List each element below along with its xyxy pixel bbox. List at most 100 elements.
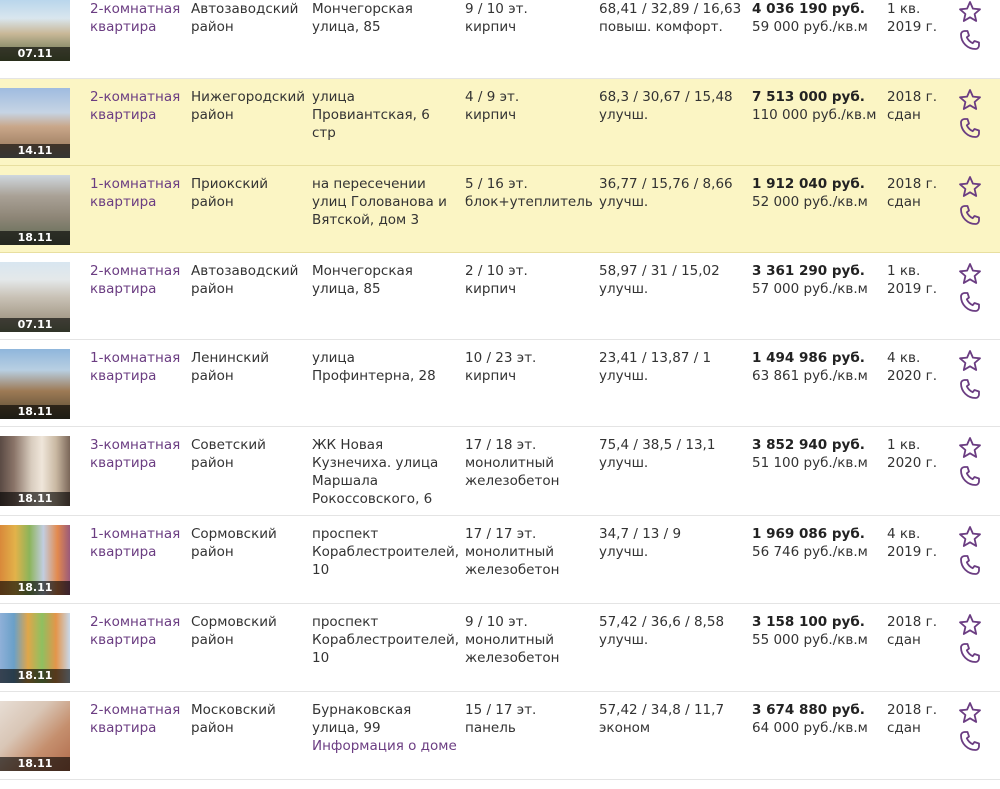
building-material: блок+утеплитель <box>465 194 593 210</box>
price-per-m2: 63 861 руб./кв.м <box>752 368 868 384</box>
price: 3 158 100 руб. <box>752 614 865 630</box>
apartment-type-link[interactable]: 2-комнатная квартира <box>90 262 185 298</box>
phone-icon[interactable] <box>958 28 982 52</box>
floor: 15 / 17 эт. <box>465 702 537 718</box>
star-icon[interactable] <box>958 525 982 549</box>
completion-date: 1 кв. 2020 г. <box>887 437 938 471</box>
star-icon[interactable] <box>958 262 982 286</box>
price-per-m2: 56 746 руб./кв.м <box>752 544 868 560</box>
photo-thumbnail[interactable]: 07.11 <box>0 0 70 61</box>
star-icon[interactable] <box>958 701 982 725</box>
address: Мончегорская улица, 85 <box>312 1 413 35</box>
district: Сормовский район <box>191 526 277 560</box>
floor: 9 / 10 эт. <box>465 614 528 630</box>
floor: 2 / 10 эт. <box>465 263 528 279</box>
listing-row: 18.11 3-комнатная квартира Советский рай… <box>0 427 1000 516</box>
address: ЖК Новая Кузнечиха. улица Маршала Рокосс… <box>312 437 439 507</box>
price: 3 674 880 руб. <box>752 702 865 718</box>
area: 75,4 / 38,5 / 13,1 <box>599 437 716 453</box>
photo-date-badge: 14.11 <box>0 144 70 158</box>
building-material: монолитный железобетон <box>465 455 560 489</box>
apartment-type-link[interactable]: 2-комнатная квартира <box>90 613 185 649</box>
photo-date-badge: 07.11 <box>0 318 70 332</box>
photo-thumbnail[interactable]: 18.11 <box>0 436 70 506</box>
listing-row: 18.11 2-комнатная квартира Сормовский ра… <box>0 604 1000 692</box>
phone-icon[interactable] <box>958 116 982 140</box>
completion-date: 2018 г. сдан <box>887 176 938 210</box>
area: 57,42 / 34,8 / 11,7 <box>599 702 725 718</box>
phone-icon[interactable] <box>958 464 982 488</box>
price: 7 513 000 руб. <box>752 89 865 105</box>
address: улица Профинтерна, 28 <box>312 350 436 384</box>
photo-thumbnail[interactable]: 18.11 <box>0 613 70 683</box>
address: проспект Кораблестроителей, 10 <box>312 526 460 578</box>
photo-thumbnail[interactable]: 18.11 <box>0 349 70 419</box>
star-icon[interactable] <box>958 0 982 24</box>
price: 3 361 290 руб. <box>752 263 865 279</box>
photo-thumbnail[interactable]: 14.11 <box>0 88 70 158</box>
listing-row: 18.11 1-комнатная квартира Приокский рай… <box>0 166 1000 253</box>
district: Советский район <box>191 437 266 471</box>
building-material: кирпич <box>465 19 517 35</box>
finish-class: улучш. <box>599 194 649 210</box>
area: 68,41 / 32,89 / 16,63 <box>599 1 742 17</box>
finish-class: улучш. <box>599 632 649 648</box>
photo-date-badge: 18.11 <box>0 405 70 419</box>
area: 34,7 / 13 / 9 <box>599 526 682 542</box>
star-icon[interactable] <box>958 613 982 637</box>
star-icon[interactable] <box>958 88 982 112</box>
completion-date: 1 кв. 2019 г. <box>887 1 938 35</box>
phone-icon[interactable] <box>958 641 982 665</box>
listing-row: 07.11 2-комнатная квартира Автозаводский… <box>0 253 1000 340</box>
listing-row: 07.11 2-комнатная квартира Автозаводский… <box>0 0 1000 79</box>
price-per-m2: 64 000 руб./кв.м <box>752 720 868 736</box>
price-per-m2: 57 000 руб./кв.м <box>752 281 868 297</box>
district: Нижегородский район <box>191 89 306 123</box>
apartment-type-link[interactable]: 1-комнатная квартира <box>90 349 185 385</box>
area: 68,3 / 30,67 / 15,48 <box>599 89 733 105</box>
apartment-type-link[interactable]: 3-комнатная квартира <box>90 436 185 472</box>
photo-date-badge: 18.11 <box>0 757 70 771</box>
apartment-type-link[interactable]: 1-комнатная квартира <box>90 525 185 561</box>
finish-class: улучш. <box>599 368 649 384</box>
phone-icon[interactable] <box>958 290 982 314</box>
star-icon[interactable] <box>958 175 982 199</box>
finish-class: улучш. <box>599 281 649 297</box>
floor: 4 / 9 эт. <box>465 89 520 105</box>
photo-thumbnail[interactable]: 18.11 <box>0 701 70 771</box>
apartment-type-link[interactable]: 2-комнатная квартира <box>90 0 185 36</box>
phone-icon[interactable] <box>958 203 982 227</box>
phone-icon[interactable] <box>958 377 982 401</box>
house-info-link[interactable]: Информация о доме <box>312 737 457 755</box>
building-material: монолитный железобетон <box>465 544 560 578</box>
finish-class: улучш. <box>599 544 649 560</box>
phone-icon[interactable] <box>958 729 982 753</box>
photo-thumbnail[interactable]: 18.11 <box>0 525 70 595</box>
building-material: кирпич <box>465 368 517 384</box>
price-per-m2: 51 100 руб./кв.м <box>752 455 868 471</box>
district: Ленинский район <box>191 350 270 384</box>
photo-thumbnail[interactable]: 07.11 <box>0 262 70 332</box>
apartment-type-link[interactable]: 2-комнатная квартира <box>90 88 185 124</box>
apartment-type-link[interactable]: 1-комнатная квартира <box>90 175 185 211</box>
photo-thumbnail[interactable]: 18.11 <box>0 175 70 245</box>
building-material: кирпич <box>465 107 517 123</box>
price-per-m2: 110 000 руб./кв.м <box>752 107 877 123</box>
building-material: кирпич <box>465 281 517 297</box>
completion-date: 1 кв. 2019 г. <box>887 263 938 297</box>
apartment-type-link[interactable]: 2-комнатная квартира <box>90 701 185 737</box>
completion-date: 2018 г. сдан <box>887 702 938 736</box>
star-icon[interactable] <box>958 349 982 373</box>
building-material: монолитный железобетон <box>465 632 560 666</box>
photo-date-badge: 07.11 <box>0 47 70 61</box>
area: 58,97 / 31 / 15,02 <box>599 263 720 279</box>
listing-row: 18.11 1-комнатная квартира Ленинский рай… <box>0 340 1000 427</box>
phone-icon[interactable] <box>958 553 982 577</box>
photo-date-badge: 18.11 <box>0 581 70 595</box>
price: 1 494 986 руб. <box>752 350 865 366</box>
finish-class: повыш. комфорт. <box>599 19 723 35</box>
floor: 17 / 17 эт. <box>465 526 537 542</box>
price: 1 912 040 руб. <box>752 176 865 192</box>
star-icon[interactable] <box>958 436 982 460</box>
finish-class: улучш. <box>599 107 649 123</box>
